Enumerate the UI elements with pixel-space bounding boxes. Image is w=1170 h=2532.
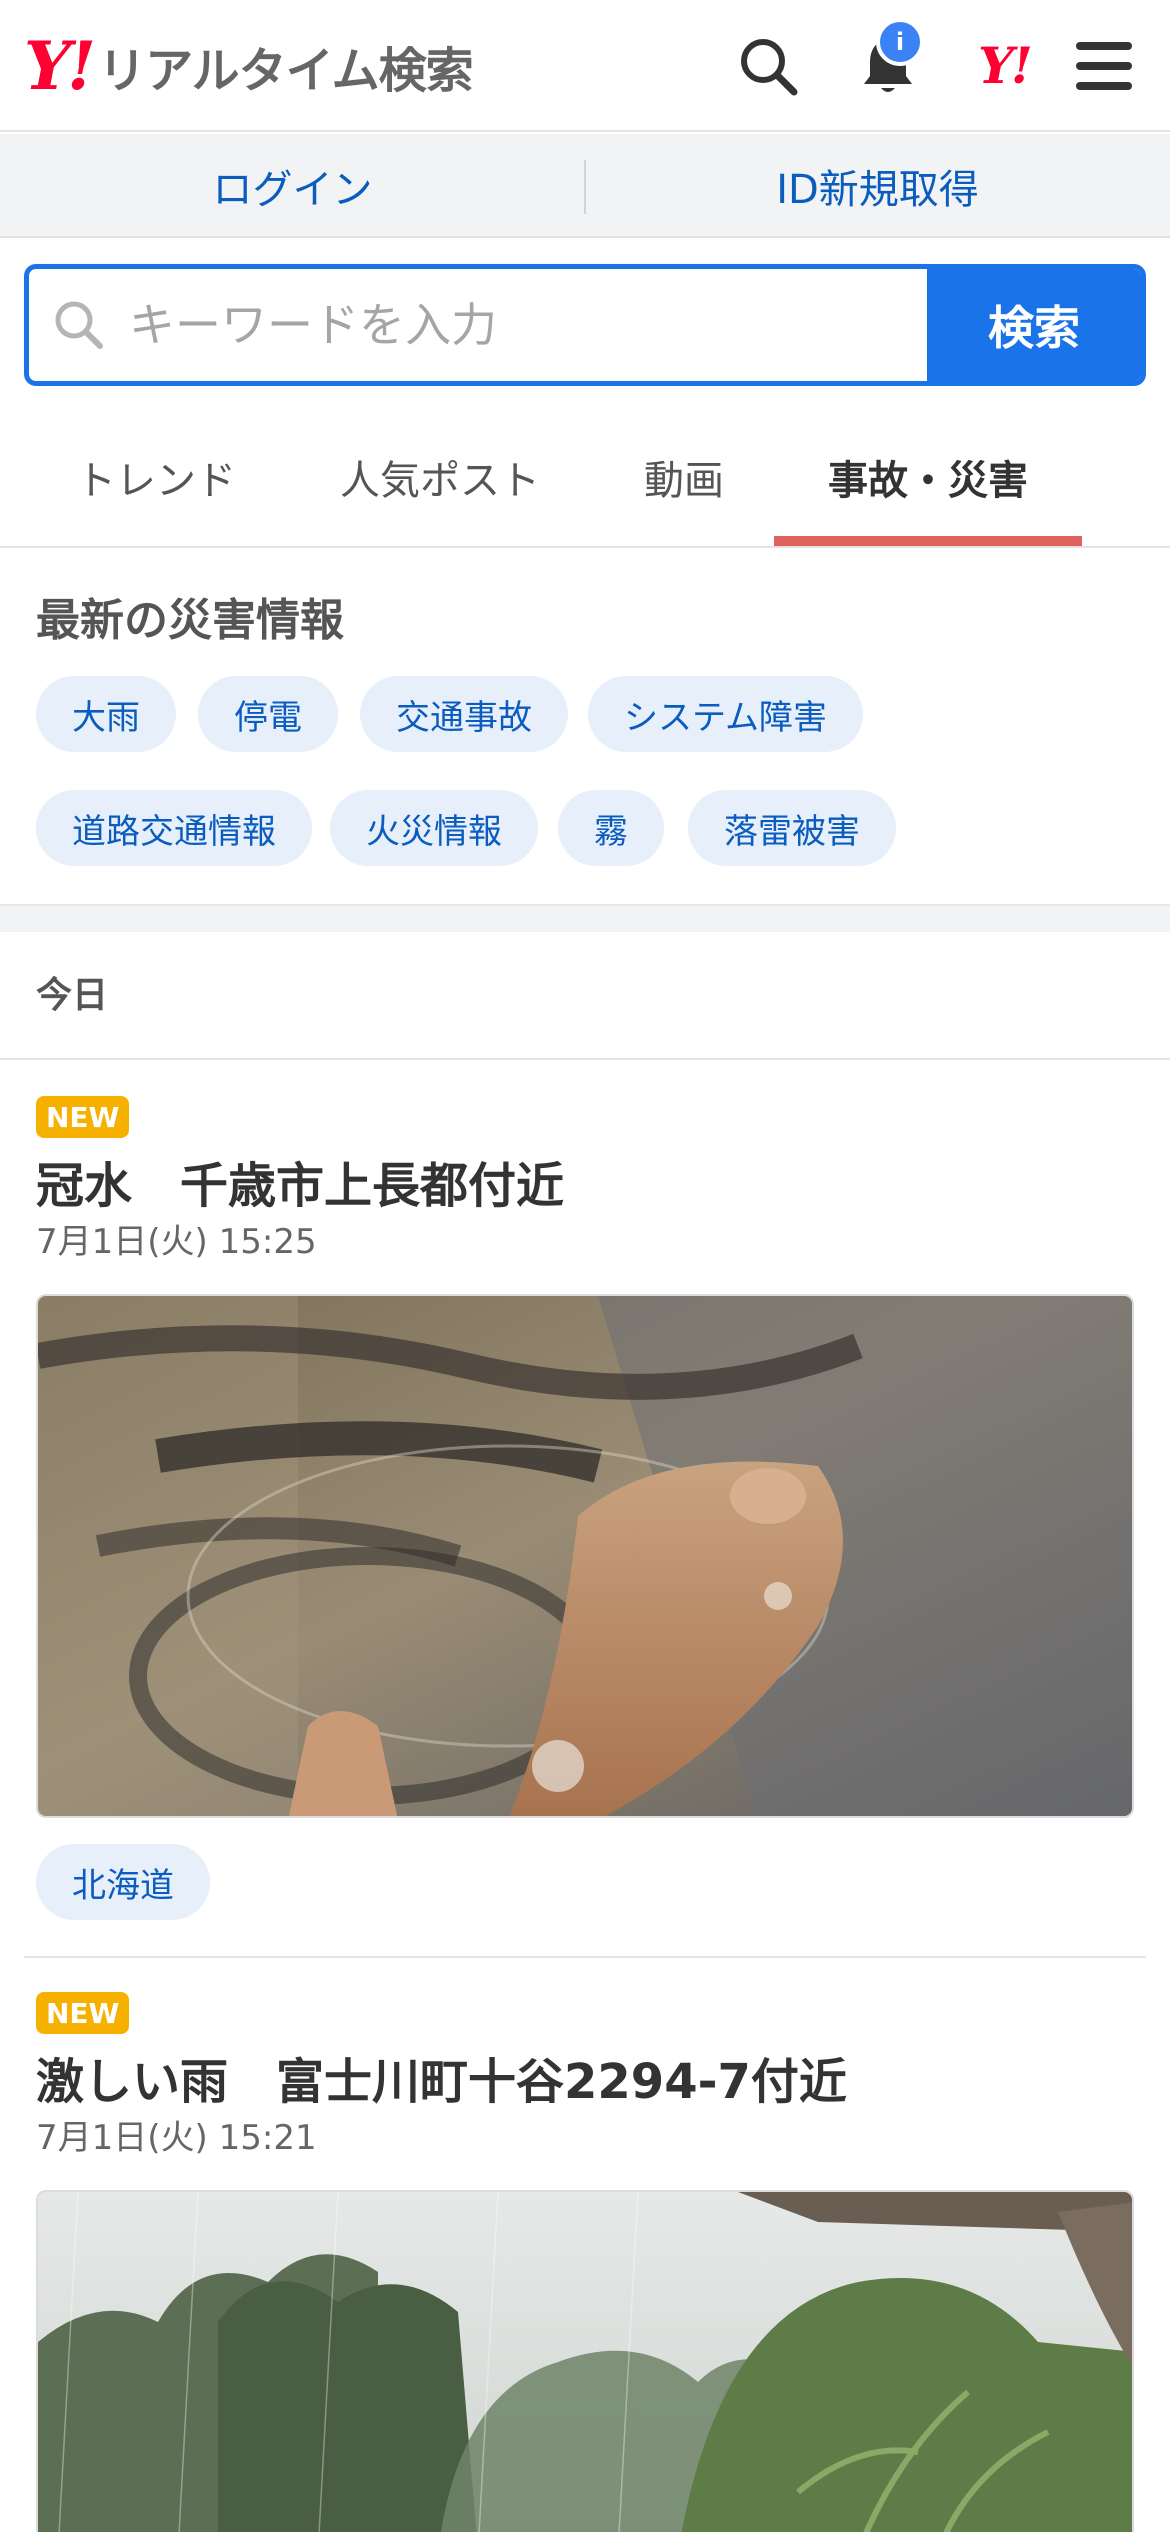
yahoo-mark-icon: Y! xyxy=(978,36,1033,95)
chip-system-failure[interactable]: システム障害 xyxy=(588,676,863,752)
notification-badge: i xyxy=(876,18,924,66)
active-tab-indicator xyxy=(774,536,1082,546)
post-image-heavy-rain-forest[interactable] xyxy=(36,2190,1134,2532)
heavy-rain-forest-photo xyxy=(38,2192,1132,2532)
account-bar: ログイン ID新規取得 xyxy=(0,134,1170,238)
notification-button[interactable]: i xyxy=(852,18,924,102)
section-title: 最新の災害情報 xyxy=(36,595,344,646)
register-link[interactable]: ID新規取得 xyxy=(585,134,1170,238)
new-badge: NEW xyxy=(36,1992,130,2034)
chip-lightning-damage[interactable]: 落雷被害 xyxy=(688,790,896,866)
new-badge: NEW xyxy=(36,1096,130,1138)
search-box: 検索 xyxy=(24,264,1146,386)
day-header: 今日 xyxy=(36,975,109,1016)
search-icon xyxy=(741,39,798,96)
search-icon xyxy=(55,301,103,349)
tab-accidents-disasters[interactable]: 事故・災害 xyxy=(774,408,1082,546)
chip-fog[interactable]: 霧 xyxy=(558,790,664,866)
flood-water-photo xyxy=(38,1296,1132,1816)
search-button[interactable] xyxy=(732,30,804,102)
chip-power-outage[interactable]: 停電 xyxy=(198,676,338,752)
chip-traffic-accident[interactable]: 交通事故 xyxy=(360,676,568,752)
chip-heavy-rain[interactable]: 大雨 xyxy=(36,676,176,752)
chip-location-hokkaido[interactable]: 北海道 xyxy=(36,1844,210,1920)
category-tabs: トレンド 人気ポスト 動画 事故・災害 xyxy=(0,408,1170,548)
day-divider xyxy=(0,1058,1170,1060)
post-title[interactable]: 冠水 千歳市上長都付近 xyxy=(36,1146,564,1216)
tab-popular-posts[interactable]: 人気ポスト xyxy=(320,408,560,546)
search-field-icon-wrap xyxy=(29,269,129,381)
app-header: Y! リアルタイム検索 i Y! xyxy=(0,0,1170,132)
post-separator xyxy=(24,1956,1146,1958)
section-gap xyxy=(0,904,1170,932)
menu-button[interactable] xyxy=(1068,30,1140,102)
search-submit-button[interactable]: 検索 xyxy=(927,269,1141,381)
post-timestamp: 7月1日(火) 15:25 xyxy=(36,1222,317,1262)
yahoo-logo-mark: Y! xyxy=(24,27,96,105)
yahoo-home-button[interactable]: Y! xyxy=(968,30,1040,102)
post-image-flooded-feet[interactable] xyxy=(36,1294,1134,1818)
tab-videos[interactable]: 動画 xyxy=(614,408,754,546)
hamburger-menu-icon xyxy=(1076,42,1132,90)
chip-road-traffic[interactable]: 道路交通情報 xyxy=(36,790,312,866)
tab-trend[interactable]: トレンド xyxy=(36,408,276,546)
post-timestamp: 7月1日(火) 15:21 xyxy=(36,2118,317,2158)
login-link[interactable]: ログイン xyxy=(0,134,585,238)
chip-fire[interactable]: 火災情報 xyxy=(330,790,538,866)
post-title[interactable]: 激しい雨 富士川町十谷2294-7付近 xyxy=(36,2042,847,2112)
search-input[interactable] xyxy=(129,269,927,381)
account-bar-divider xyxy=(584,160,586,214)
yahoo-realtime-logo[interactable]: Y! リアルタイム検索 xyxy=(24,26,474,106)
logo-service-name: リアルタイム検索 xyxy=(98,43,474,99)
